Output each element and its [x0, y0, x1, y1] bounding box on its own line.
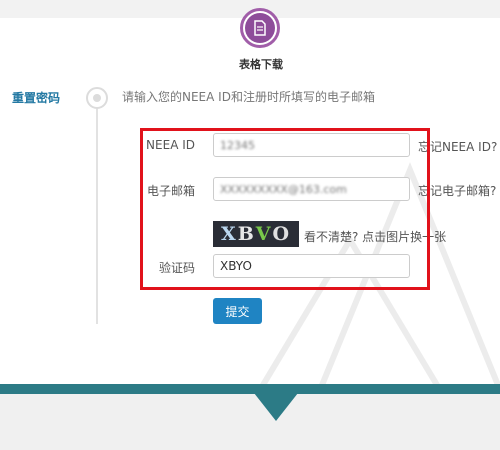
submit-button[interactable]: 提交 — [213, 298, 262, 324]
highlight-box — [140, 128, 430, 290]
section-title: 重置密码 — [12, 91, 61, 105]
step-label[interactable]: 表格下载 — [226, 56, 296, 72]
footer-notch — [254, 393, 298, 421]
timeline-dot — [86, 87, 108, 109]
footer-background — [0, 394, 500, 450]
timeline-line — [96, 100, 98, 324]
footer-bar — [0, 384, 500, 394]
instruction-text: 请输入您的NEEA ID和注册时所填写的电子邮箱 — [122, 90, 375, 104]
download-form-step[interactable] — [240, 8, 280, 48]
document-icon — [245, 13, 275, 43]
